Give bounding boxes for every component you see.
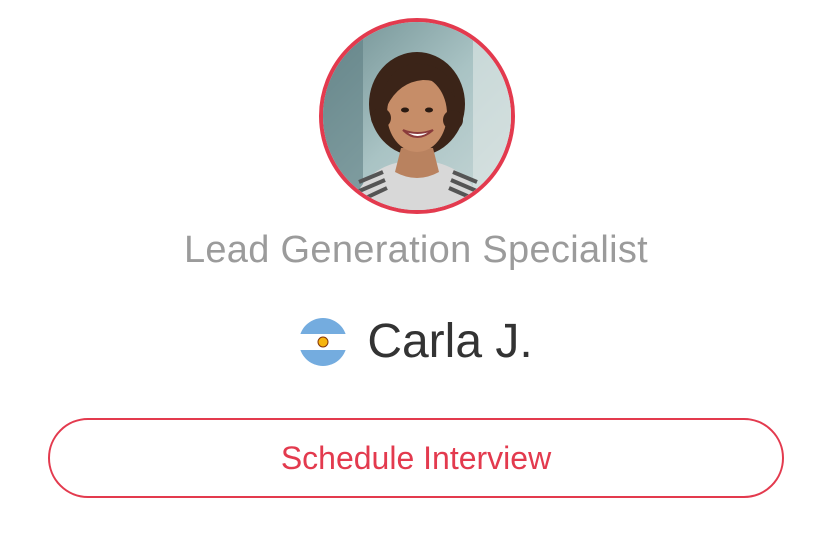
profile-photo	[323, 22, 511, 210]
name-row: Carla J.	[0, 312, 832, 372]
avatar	[319, 18, 515, 214]
schedule-interview-button[interactable]: Schedule Interview	[48, 418, 784, 498]
candidate-card: Lead Generation Specialist Carla J. Sche…	[0, 0, 832, 548]
argentina-flag-icon	[299, 318, 348, 366]
candidate-name: Carla J.	[367, 315, 533, 368]
job-title: Lead Generation Specialist	[183, 229, 649, 271]
